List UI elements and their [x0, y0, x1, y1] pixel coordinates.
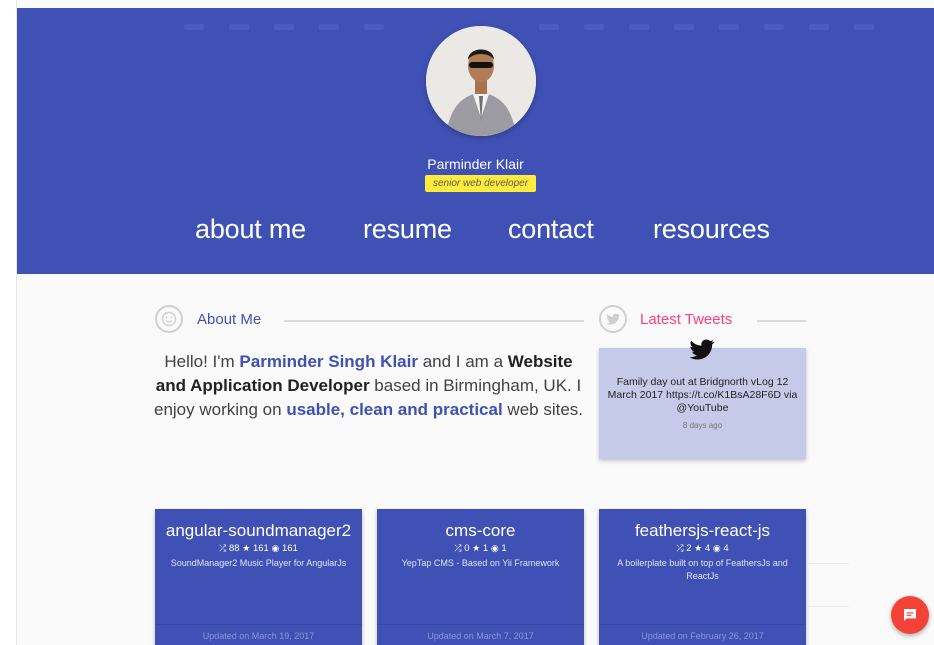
- fork-icon: ⤮: [676, 543, 684, 553]
- repo-watchers: 4: [723, 543, 729, 554]
- repo-forks: 88: [229, 543, 240, 554]
- tweet-text: Family day out at Bridgnorth vLog 12 Mar…: [607, 376, 798, 414]
- profile-role-badge: senior web developer: [425, 175, 536, 192]
- chat-button[interactable]: [891, 596, 929, 634]
- repo-stars: 4: [704, 543, 711, 554]
- main-nav: about me resume contact resources: [17, 214, 934, 254]
- repo-description: YepTap CMS - Based on Yii Framework: [401, 558, 560, 568]
- header-decoration: [184, 24, 204, 30]
- tweets-divider: [757, 320, 806, 322]
- repo-description: A boilerplate built on top of FeathersJs…: [617, 558, 788, 581]
- chat-icon: [904, 609, 916, 621]
- repo-name[interactable]: angular-soundmanager2: [155, 521, 362, 541]
- repo-footer: Updated on March 19, 2017: [155, 624, 362, 645]
- repo-updated: Updated on March 7, 2017: [427, 631, 534, 641]
- repo-card[interactable]: feathersjs-react-js ⤮ 2 ★ 4 ◉ 4 A boiler…: [599, 509, 806, 645]
- header-decoration: [584, 24, 604, 30]
- header-decoration: [539, 24, 559, 30]
- header-decoration: [319, 24, 339, 30]
- repo-watchers: 161: [281, 543, 298, 554]
- header-decoration: [674, 24, 694, 30]
- repo-footer: Updated on March 7, 2017: [377, 624, 584, 645]
- about-intro: Hello! I'm: [164, 352, 240, 371]
- repo-stats: ⤮ 0 ★ 1 ◉ 1: [377, 543, 584, 554]
- tweets-section-title: Latest Tweets: [640, 311, 733, 328]
- left-sidebar-strip: [0, 0, 17, 645]
- repo-description: SoundManager2 Music Player for AngularJs: [170, 558, 347, 568]
- repo-card[interactable]: cms-core ⤮ 0 ★ 1 ◉ 1 YepTap CMS - Based …: [377, 509, 584, 645]
- tweets-section-header: [599, 305, 627, 333]
- repo-footer: Updated on February 26, 2017: [599, 624, 806, 645]
- about-mid: and I am a: [417, 352, 508, 371]
- repo-stats: ⤮ 88 ★ 161 ◉ 161: [155, 543, 362, 554]
- header-decoration: [764, 24, 784, 30]
- fork-icon: ⤮: [454, 543, 462, 553]
- twitter-icon: [599, 305, 627, 333]
- star-icon: ★: [694, 543, 703, 553]
- header-decoration: [229, 24, 249, 30]
- author-name-link[interactable]: Parminder Singh Klair: [239, 352, 418, 371]
- smiley-icon: [155, 305, 183, 333]
- star-icon: ★: [472, 543, 481, 553]
- header-decoration: [854, 24, 874, 30]
- repo-updated: Updated on March 19, 2017: [202, 631, 315, 641]
- eye-icon: ◉: [712, 543, 721, 553]
- repo-watchers: 1: [501, 543, 507, 554]
- eye-icon: ◉: [490, 543, 499, 553]
- nav-about-me[interactable]: about me: [195, 214, 306, 245]
- repo-forks: 0: [464, 543, 470, 554]
- header-decoration: [809, 24, 829, 30]
- repo-updated: Updated on February 26, 2017: [641, 631, 764, 641]
- twitter-bird-icon: [689, 339, 715, 363]
- repo-name[interactable]: feathersjs-react-js: [599, 521, 806, 541]
- about-section-header: [155, 305, 183, 333]
- header-decoration: [274, 24, 294, 30]
- avatar: [426, 26, 536, 136]
- profile-header: Parminder Klair senior web developer abo…: [17, 8, 934, 274]
- header-decoration: [629, 24, 649, 30]
- about-section-title: About Me: [197, 311, 262, 328]
- repo-stars: 1: [482, 543, 489, 554]
- header-decoration: [719, 24, 739, 30]
- about-end: web sites.: [502, 400, 583, 419]
- nav-contact[interactable]: contact: [508, 214, 594, 245]
- repo-stats: ⤮ 2 ★ 4 ◉ 4: [599, 543, 806, 554]
- profile-name: Parminder Klair: [427, 156, 524, 172]
- nav-resources[interactable]: resources: [653, 214, 770, 245]
- nav-resume[interactable]: resume: [363, 214, 452, 245]
- star-icon: ★: [242, 543, 251, 553]
- tweet-time: 8 days ago: [682, 421, 723, 430]
- about-description: Hello! I'm Parminder Singh Klair and I a…: [150, 350, 587, 422]
- repo-stars: 161: [252, 543, 269, 554]
- avatar-photo: [426, 26, 536, 136]
- about-qualities: usable, clean and practical: [286, 400, 503, 419]
- repo-card[interactable]: angular-soundmanager2 ⤮ 88 ★ 161 ◉ 161 S…: [155, 509, 362, 645]
- repo-name[interactable]: cms-core: [377, 521, 584, 541]
- header-decoration: [364, 24, 384, 30]
- eye-icon: ◉: [271, 543, 280, 553]
- repo-forks: 2: [686, 543, 692, 554]
- side-divider: [807, 606, 849, 607]
- about-divider: [284, 320, 584, 322]
- fork-icon: ⤮: [219, 543, 227, 553]
- side-divider: [807, 563, 849, 564]
